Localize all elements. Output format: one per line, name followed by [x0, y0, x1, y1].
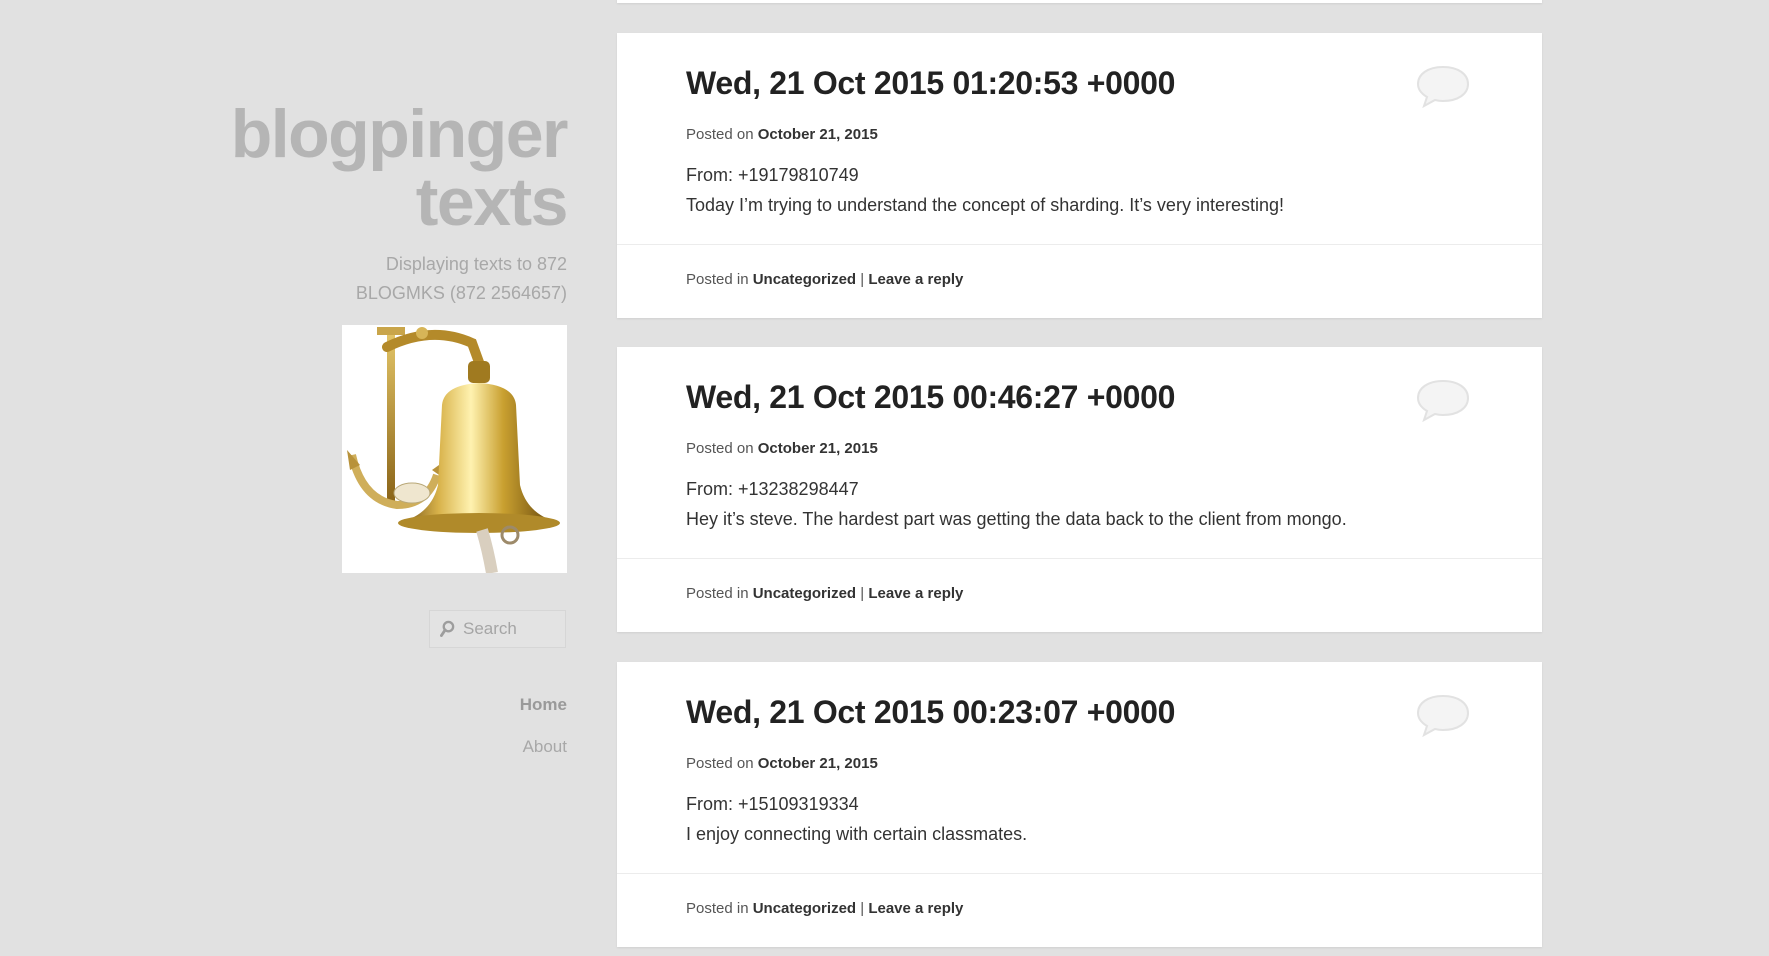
comment-bubble-icon[interactable]: [1415, 63, 1471, 109]
post-card: Wed, 21 Oct 2015 01:20:53 +0000 Posted o…: [617, 33, 1542, 318]
site-description-line2: BLOGMKS (872 2564657): [355, 283, 567, 303]
ship-bell-anchor-image: [342, 325, 567, 573]
post-card: Wed, 21 Oct 2015 00:46:27 +0000 Posted o…: [617, 347, 1542, 632]
leave-reply-link[interactable]: Leave a reply: [868, 271, 963, 288]
site-title[interactable]: blogpinger texts: [107, 100, 569, 236]
posted-in-label: Posted in: [686, 900, 749, 917]
post-date-link[interactable]: October 21, 2015: [758, 440, 878, 457]
leave-reply-link[interactable]: Leave a reply: [868, 585, 963, 602]
leave-reply-link[interactable]: Leave a reply: [868, 900, 963, 917]
search-box[interactable]: [429, 610, 566, 648]
category-link[interactable]: Uncategorized: [753, 900, 856, 917]
comment-bubble-icon[interactable]: [1415, 377, 1471, 423]
posted-on-label: Posted on: [686, 440, 754, 457]
post-content: From: +13238298447 Hey it’s steve. The h…: [686, 474, 1347, 534]
post-from: From: +15109319334: [686, 794, 859, 814]
post-meta: Posted on October 21, 2015: [686, 440, 878, 457]
posted-in-label: Posted in: [686, 585, 749, 602]
main-navigation: Home About: [520, 684, 567, 768]
post-from: From: +19179810749: [686, 165, 859, 185]
header-image-bell: [342, 325, 567, 573]
post-card: Wed, 21 Oct 2015 00:23:07 +0000 Posted o…: [617, 662, 1542, 947]
post-title[interactable]: Wed, 21 Oct 2015 00:23:07 +0000: [686, 694, 1175, 731]
site-title-line1[interactable]: blogpinger: [107, 100, 569, 168]
search-input[interactable]: [461, 618, 565, 640]
search-icon: [440, 620, 455, 637]
posted-on-label: Posted on: [686, 126, 754, 143]
category-link[interactable]: Uncategorized: [753, 271, 856, 288]
divider: [617, 244, 1542, 245]
nav-item-home[interactable]: Home: [520, 684, 567, 726]
post-from: From: +13238298447: [686, 479, 859, 499]
separator: |: [860, 271, 865, 288]
post-date-link[interactable]: October 21, 2015: [758, 755, 878, 772]
post-title[interactable]: Wed, 21 Oct 2015 00:46:27 +0000: [686, 379, 1175, 416]
separator: |: [860, 585, 865, 602]
divider: [617, 873, 1542, 874]
post-meta: Posted on October 21, 2015: [686, 755, 878, 772]
post-content: From: +15109319334 I enjoy connecting wi…: [686, 789, 1027, 849]
post-content: From: +19179810749 Today I’m trying to u…: [686, 160, 1284, 220]
previous-post-card-edge: [617, 0, 1542, 3]
site-description-line1: Displaying texts to 872: [385, 254, 567, 274]
post-footer: Posted in Uncategorized | Leave a reply: [686, 271, 963, 288]
site-title-line2[interactable]: texts: [107, 168, 569, 236]
post-footer: Posted in Uncategorized | Leave a reply: [686, 900, 963, 917]
site-description: Displaying texts to 872 BLOGMKS (872 256…: [267, 250, 567, 308]
post-body: Hey it’s steve. The hardest part was get…: [686, 509, 1347, 529]
nav-item-about[interactable]: About: [520, 726, 567, 768]
post-body: I enjoy connecting with certain classmat…: [686, 824, 1028, 844]
category-link[interactable]: Uncategorized: [753, 585, 856, 602]
post-footer: Posted in Uncategorized | Leave a reply: [686, 585, 963, 602]
posted-on-label: Posted on: [686, 755, 754, 772]
separator: |: [860, 900, 865, 917]
divider: [617, 558, 1542, 559]
post-date-link[interactable]: October 21, 2015: [758, 126, 878, 143]
comment-bubble-icon[interactable]: [1415, 692, 1471, 738]
post-title[interactable]: Wed, 21 Oct 2015 01:20:53 +0000: [686, 65, 1175, 102]
post-body: Today I’m trying to understand the conce…: [686, 195, 1284, 215]
post-meta: Posted on October 21, 2015: [686, 126, 878, 143]
posted-in-label: Posted in: [686, 271, 749, 288]
